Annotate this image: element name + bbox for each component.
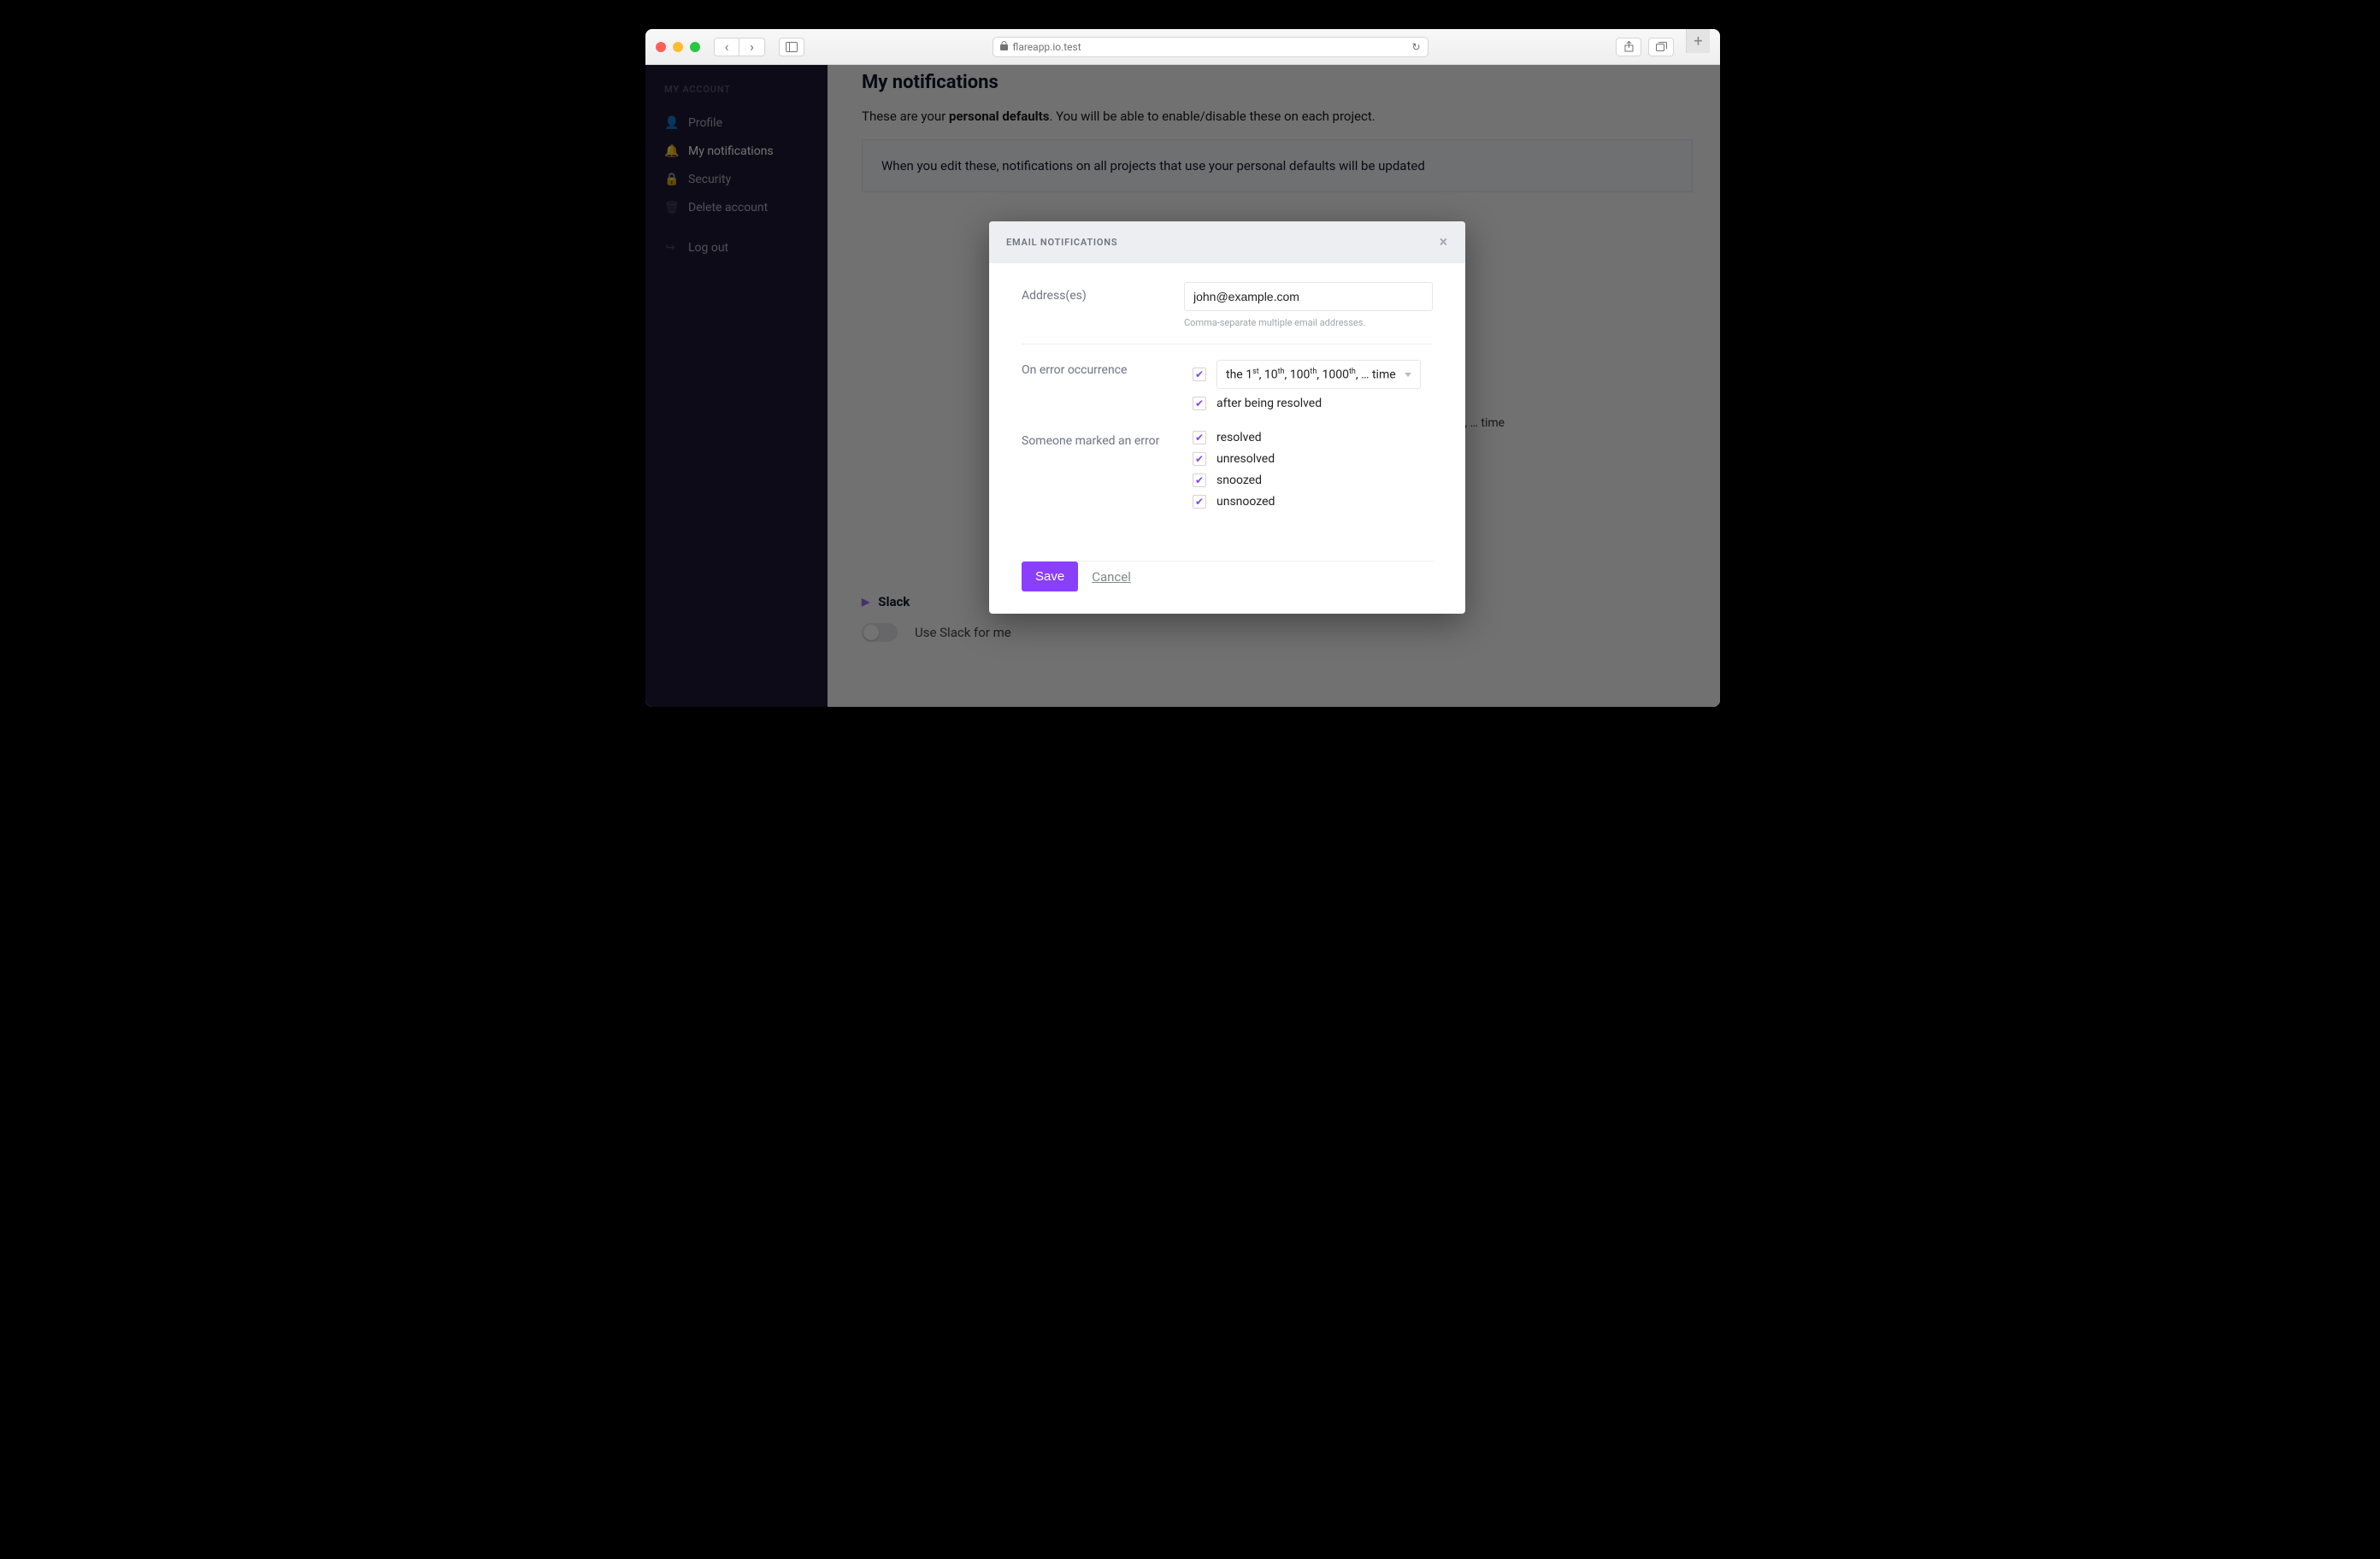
nav-forward-button[interactable]: ›	[739, 38, 765, 56]
window-controls	[656, 42, 700, 52]
close-window-button[interactable]	[656, 42, 666, 52]
marked-option-label: unresolved	[1217, 452, 1275, 466]
email-notifications-modal: EMAIL NOTIFICATIONS × Address(es) Comma-…	[989, 221, 1465, 614]
save-button[interactable]: Save	[1022, 562, 1078, 591]
addresses-help-text: Comma-separate multiple email addresses.	[1184, 317, 1433, 328]
marked-option-label: snoozed	[1217, 474, 1262, 487]
marked-option-label: resolved	[1217, 431, 1262, 444]
modal-close-button[interactable]: ×	[1440, 233, 1448, 251]
marked-unsnoozed-checkbox[interactable]: ✔	[1193, 495, 1206, 509]
url-bar[interactable]: flareapp.io.test ↻	[993, 37, 1429, 57]
addresses-input[interactable]	[1184, 282, 1433, 311]
url-text: flareapp.io.test	[1013, 41, 1081, 53]
occurrence-times-checkbox[interactable]: ✔	[1193, 368, 1206, 381]
occurrence-times-select[interactable]: the 1st, 10th, 100th, 1000th, … time	[1217, 360, 1421, 389]
minimize-window-button[interactable]	[673, 42, 683, 52]
occurrence-label: On error occurrence	[1022, 360, 1193, 377]
modal-header: EMAIL NOTIFICATIONS ×	[989, 221, 1465, 263]
new-tab-button[interactable]: +	[1686, 29, 1710, 53]
marked-unresolved-checkbox[interactable]: ✔	[1193, 452, 1206, 466]
fullscreen-window-button[interactable]	[690, 42, 700, 52]
addresses-label: Address(es)	[1022, 282, 1184, 303]
lock-icon	[1000, 41, 1008, 53]
reload-icon[interactable]: ↻	[1411, 41, 1420, 53]
share-button[interactable]	[1616, 38, 1641, 56]
sidebar-toggle-button[interactable]	[779, 38, 804, 56]
tabs-button[interactable]	[1648, 38, 1674, 56]
marked-label: Someone marked an error	[1022, 431, 1193, 448]
browser-window: ‹ › flareapp.io.test ↻ +	[645, 29, 1720, 707]
marked-snoozed-checkbox[interactable]: ✔	[1193, 474, 1206, 487]
occurrence-after-resolved-label: after being resolved	[1217, 397, 1322, 410]
cancel-link[interactable]: Cancel	[1092, 569, 1131, 585]
browser-titlebar: ‹ › flareapp.io.test ↻ +	[645, 29, 1720, 65]
marked-option-label: unsnoozed	[1217, 495, 1275, 509]
modal-title: EMAIL NOTIFICATIONS	[1006, 237, 1117, 248]
nav-back-button[interactable]: ‹	[714, 38, 739, 56]
marked-resolved-checkbox[interactable]: ✔	[1193, 431, 1206, 444]
occurrence-after-resolved-checkbox[interactable]: ✔	[1193, 397, 1206, 410]
